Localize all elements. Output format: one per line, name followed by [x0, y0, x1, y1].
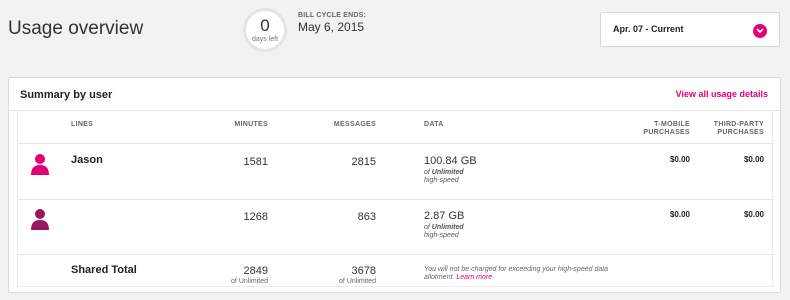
total-minutes-value: 2849	[243, 265, 268, 277]
days-left-badge: 0 days left	[243, 8, 287, 52]
row-divider	[18, 143, 774, 144]
third-party-purchases-value: $0.00	[743, 155, 764, 164]
col-header-tmobile-line1: T-MOBILE	[654, 121, 690, 128]
shared-total-label: Shared Total	[71, 264, 137, 276]
tmobile-purchases-value: $0.00	[669, 210, 690, 219]
user-icon	[31, 209, 49, 230]
days-left-value: 0	[260, 16, 270, 35]
row-divider	[18, 254, 774, 255]
data-speed: high-speed	[424, 177, 459, 184]
bill-cycle-date: May 6, 2015	[298, 20, 365, 34]
row-divider	[18, 199, 774, 200]
learn-more-link[interactable]: Learn more	[456, 274, 492, 281]
user-icon	[31, 154, 49, 175]
chevron-down-icon[interactable]	[753, 24, 767, 38]
total-messages-value: 3678	[351, 265, 376, 277]
usage-table: LINES MINUTES MESSAGES DATA T-MOBILE PUR…	[17, 111, 774, 287]
view-all-usage-link[interactable]: View all usage details	[676, 89, 768, 99]
days-left-label: days left	[251, 36, 279, 43]
col-header-lines: LINES	[71, 121, 94, 128]
col-header-messages: MESSAGES	[333, 121, 376, 128]
data-overage-note: You will not be charged for exceeding yo…	[424, 266, 639, 282]
billing-period-select[interactable]: Apr. 07 - Current	[600, 12, 780, 47]
summary-header: Summary by user View all usage details	[9, 78, 780, 111]
minutes-value: 1268	[243, 211, 268, 223]
col-header-third-line1: THIRD-PARTY	[713, 121, 764, 128]
col-header-tmobile-purchases: T-MOBILE PURCHASES	[618, 121, 690, 137]
data-overage-note-text: You will not be charged for exceeding yo…	[424, 266, 609, 281]
data-value: 2.87 GB	[424, 210, 465, 222]
total-minutes-allowance: of Unlimited	[231, 278, 268, 285]
line-user-name[interactable]: Jason	[71, 154, 103, 166]
total-messages-allowance: of Unlimited	[339, 278, 376, 285]
col-header-third-line2: PURCHASES	[717, 129, 764, 136]
col-header-data: DATA	[424, 121, 444, 128]
bill-cycle-label: BILL CYCLE ENDS:	[298, 12, 367, 19]
summary-card: Summary by user View all usage details L…	[8, 77, 781, 293]
minutes-value: 1581	[243, 156, 268, 168]
data-speed: high-speed	[424, 232, 459, 239]
data-allowance: of Unlimited	[424, 169, 464, 176]
tmobile-purchases-value: $0.00	[669, 155, 690, 164]
page-title: Usage overview	[8, 18, 144, 39]
col-header-tmobile-line2: PURCHASES	[643, 129, 690, 136]
col-header-third-party-purchases: THIRD-PARTY PURCHASES	[696, 121, 764, 137]
billing-period-value: Apr. 07 - Current	[613, 24, 684, 34]
summary-title: Summary by user	[20, 89, 113, 101]
messages-value: 863	[357, 211, 376, 223]
messages-value: 2815	[351, 156, 376, 168]
data-value: 100.84 GB	[424, 155, 477, 167]
data-allowance: of Unlimited	[424, 224, 464, 231]
col-header-minutes: MINUTES	[234, 121, 268, 128]
third-party-purchases-value: $0.00	[743, 210, 764, 219]
